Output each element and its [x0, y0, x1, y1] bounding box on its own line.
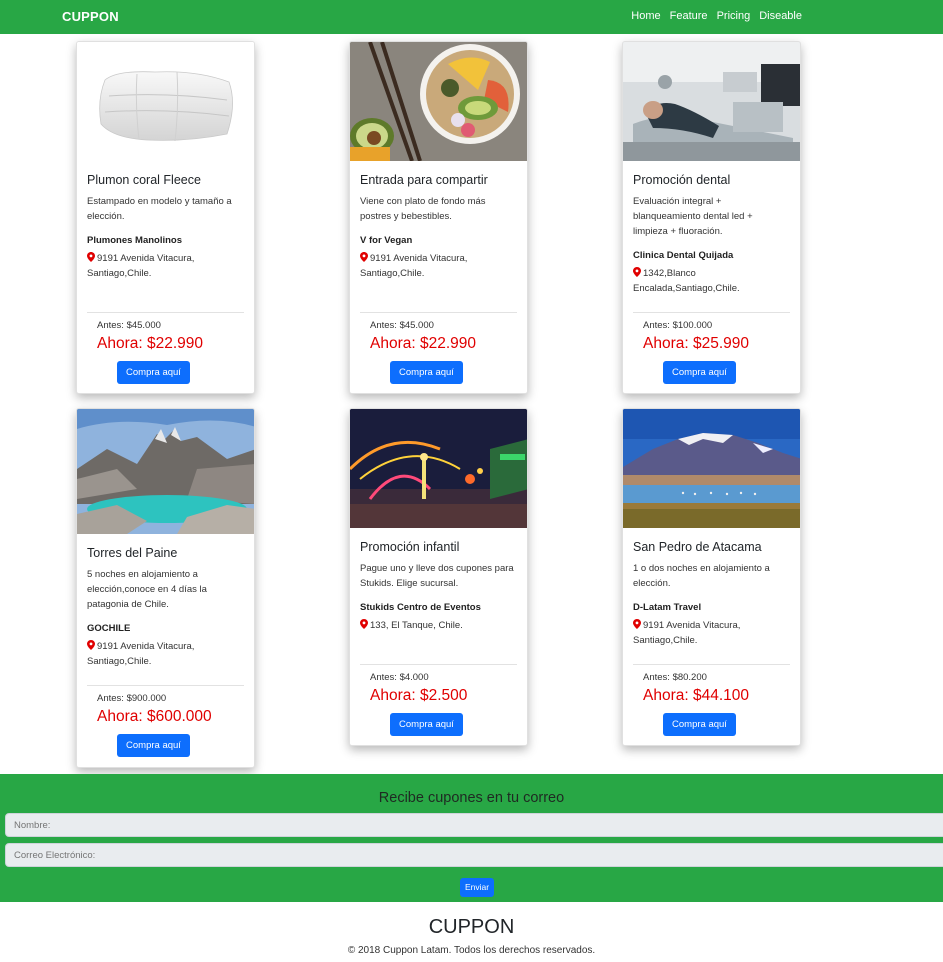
price-before: Antes: $45.000	[97, 320, 161, 331]
business-name: GOCHILE	[87, 623, 131, 634]
business-address: 9191 Avenida Vitacura, Santiago,Chile.	[87, 252, 195, 279]
price-before: Antes: $900.000	[97, 693, 167, 704]
business-address: 1342,Blanco Encalada,Santiago,Chile.	[633, 267, 740, 294]
business-name: Clinica Dental Quijada	[633, 250, 734, 261]
coupon-card: San Pedro de Atacama 1 o dos noches en a…	[622, 408, 801, 746]
brand-logo[interactable]: CUPPON	[62, 9, 119, 24]
card-divider	[633, 664, 790, 665]
price-now: Ahora: $600.000	[97, 708, 212, 725]
card-title: Promoción dental	[633, 173, 731, 187]
coupon-card: Torres del Paine 5 noches en alojamiento…	[76, 408, 255, 768]
price-now: Ahora: $22.990	[370, 335, 477, 352]
duvet-image	[77, 42, 254, 161]
map-marker-icon	[633, 267, 641, 277]
card-divider	[87, 312, 244, 313]
card-description: Pague uno y lleve dos cupones para Stuki…	[360, 563, 514, 589]
dental-chair-image	[623, 42, 800, 161]
navbar: CUPPON Home Feature Pricing Diseable	[0, 0, 943, 34]
business-address: 9191 Avenida Vitacura, Santiago,Chile.	[633, 619, 741, 646]
card-description: 5 noches en alojamiento a elección,conoc…	[87, 569, 207, 610]
card-description: Evaluación integral + blanqueamiento den…	[633, 196, 753, 237]
name-input[interactable]	[5, 813, 943, 837]
map-marker-icon	[360, 252, 368, 262]
business-name: Stukids Centro de Eventos	[360, 602, 481, 613]
carnival-lights-image	[350, 409, 527, 528]
coupon-card: Promoción infantil Pague uno y lleve dos…	[349, 408, 528, 746]
nav-link-home[interactable]: Home	[631, 10, 660, 22]
price-before: Antes: $4.000	[370, 672, 429, 683]
newsletter-title: Recibe cupones en tu correo	[378, 790, 565, 806]
email-input[interactable]	[5, 843, 943, 867]
price-before: Antes: $80.200	[643, 672, 707, 683]
business-name: V for Vegan	[360, 235, 413, 246]
map-marker-icon	[633, 619, 641, 629]
price-now: Ahora: $25.990	[643, 335, 750, 352]
buy-button[interactable]: Compra aquí	[663, 713, 736, 736]
buy-button[interactable]: Compra aquí	[117, 361, 190, 384]
card-divider	[87, 685, 244, 686]
send-button[interactable]: Enviar	[460, 878, 494, 897]
card-title: Torres del Paine	[87, 546, 178, 560]
nav-link-diseable[interactable]: Diseable	[759, 10, 802, 22]
buy-button[interactable]: Compra aquí	[390, 713, 463, 736]
price-now: Ahora: $2.500	[370, 687, 468, 704]
newsletter-section: Recibe cupones en tu correo Enviar	[0, 774, 943, 902]
card-title: Plumon coral Fleece	[87, 173, 201, 187]
card-description: Estampado en modelo y tamaño a elección.	[87, 196, 232, 222]
footer-copyright: © 2018 Cuppon Latam. Todos los derechos …	[347, 945, 596, 956]
map-marker-icon	[87, 252, 95, 262]
buy-button[interactable]: Compra aquí	[117, 734, 190, 757]
nav-link-pricing[interactable]: Pricing	[717, 10, 751, 22]
card-divider	[633, 312, 790, 313]
nav-link-feature[interactable]: Feature	[670, 10, 708, 22]
buy-button[interactable]: Compra aquí	[663, 361, 736, 384]
buy-button[interactable]: Compra aquí	[390, 361, 463, 384]
business-address: 9191 Avenida Vitacura, Santiago,Chile.	[360, 252, 468, 279]
mountains-lake-image	[77, 409, 254, 534]
map-marker-icon	[360, 619, 368, 629]
price-now: Ahora: $44.100	[643, 687, 750, 704]
card-divider	[360, 312, 517, 313]
map-marker-icon	[87, 640, 95, 650]
food-bowl-image	[350, 42, 527, 161]
desert-lagoon-image	[623, 409, 800, 528]
coupon-card: Promoción dental Evaluación integral + b…	[622, 41, 801, 394]
card-divider	[360, 664, 517, 665]
coupon-card: Entrada para compartir Viene con plato d…	[349, 41, 528, 394]
business-address: 133, El Tanque, Chile.	[360, 618, 517, 633]
card-title: Entrada para compartir	[360, 173, 488, 187]
business-address: 9191 Avenida Vitacura, Santiago,Chile.	[87, 640, 195, 667]
card-title: San Pedro de Atacama	[633, 540, 762, 554]
business-name: Plumones Manolinos	[87, 235, 183, 246]
footer-brand: CUPPON	[428, 916, 515, 938]
nav-links: Home Feature Pricing Diseable	[631, 10, 802, 22]
card-title: Promoción infantil	[360, 540, 460, 554]
price-before: Antes: $100.000	[643, 320, 713, 331]
card-description: Viene con plato de fondo más postres y b…	[360, 196, 486, 222]
price-now: Ahora: $22.990	[97, 335, 204, 352]
coupon-card: Plumon coral Fleece Estampado en modelo …	[76, 41, 255, 394]
price-before: Antes: $45.000	[370, 320, 434, 331]
business-name: D-Latam Travel	[633, 602, 702, 613]
card-description: 1 o dos noches en alojamiento a elección…	[633, 563, 770, 589]
